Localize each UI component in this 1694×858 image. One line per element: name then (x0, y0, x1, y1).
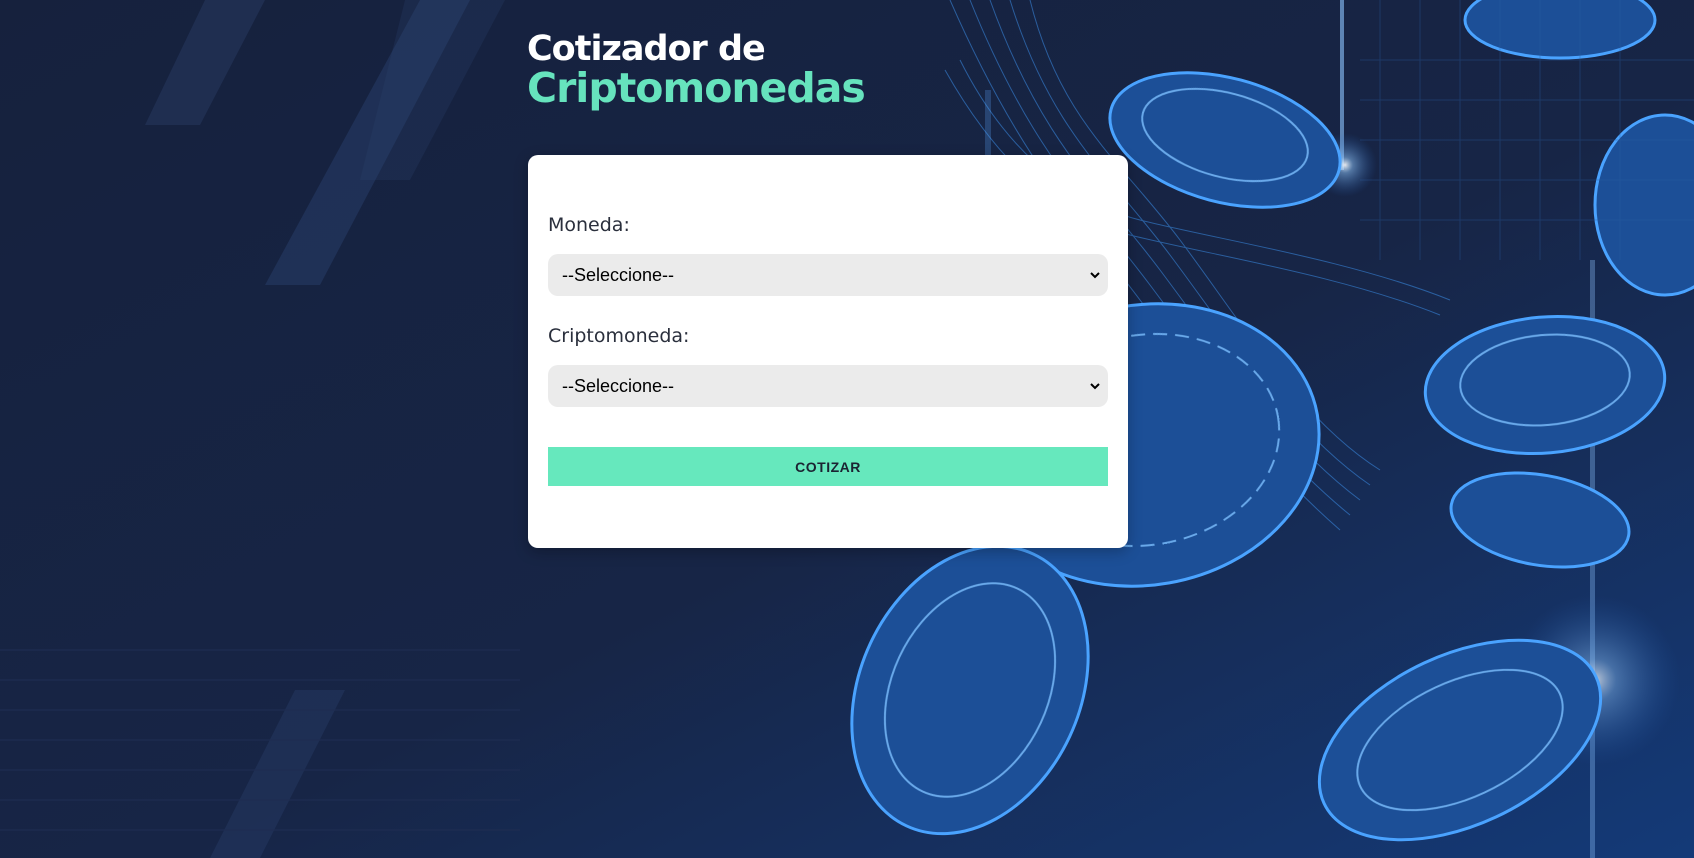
crypto-label: Criptomoneda: (548, 325, 690, 347)
page-title: Cotizador de Criptomonedas (527, 29, 866, 112)
chevron-down-icon (1090, 272, 1100, 279)
chevron-down-icon (1090, 383, 1100, 390)
crypto-select-value: --Seleccione-- (562, 376, 675, 396)
currency-select[interactable]: --Seleccione-- (548, 254, 1108, 296)
quote-form: Moneda: --Seleccione-- Criptomoneda: --S… (528, 155, 1128, 548)
title-line-1: Cotizador de (527, 29, 766, 69)
title-line-2: Criptomonedas (527, 64, 866, 112)
currency-select-value: --Seleccione-- (562, 265, 675, 285)
crypto-select[interactable]: --Seleccione-- (548, 365, 1108, 407)
currency-label: Moneda: (548, 214, 630, 236)
quote-button[interactable]: COTIZAR (548, 447, 1108, 486)
